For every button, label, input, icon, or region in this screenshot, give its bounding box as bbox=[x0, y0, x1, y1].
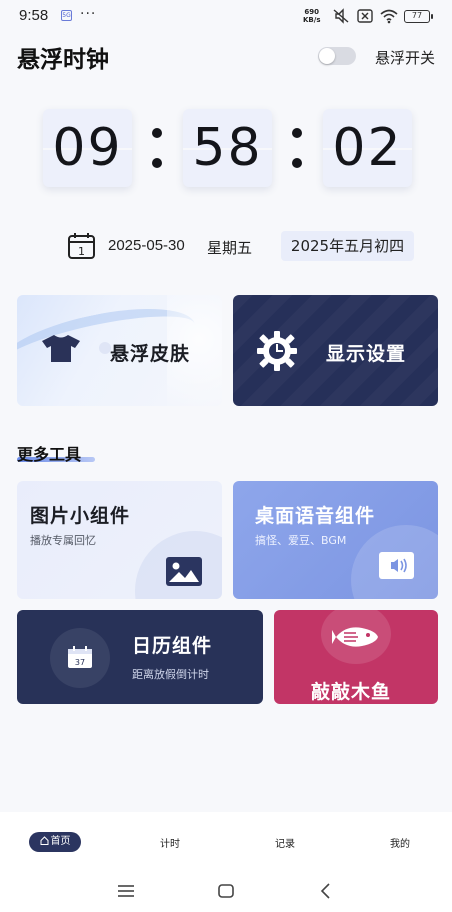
calendar-widget-subtitle: 距离放假倒计时 bbox=[132, 668, 209, 681]
home-icon bbox=[40, 833, 49, 845]
float-skin-label: 悬浮皮肤 bbox=[110, 343, 191, 365]
home-square-icon[interactable] bbox=[218, 884, 234, 898]
float-skin-card[interactable]: 悬浮皮肤 bbox=[17, 295, 222, 406]
calendar-widget-icon-day: 37 bbox=[75, 658, 85, 667]
wooden-fish-title: 敲敲木鱼 bbox=[311, 681, 392, 703]
voice-widget-title: 桌面语音组件 bbox=[255, 505, 376, 527]
image-icon bbox=[166, 557, 202, 586]
wooden-fish-card[interactable]: 敲敲木鱼 bbox=[274, 610, 438, 704]
calendar-icon-day: 1 bbox=[78, 245, 85, 258]
toggle-knob bbox=[319, 48, 335, 64]
nav-home[interactable]: 首页 bbox=[29, 832, 81, 852]
display-settings-label: 显示设置 bbox=[326, 343, 407, 365]
mute-icon bbox=[333, 8, 349, 24]
gear-icon bbox=[257, 331, 297, 371]
float-toggle[interactable] bbox=[318, 47, 356, 65]
float-toggle-label: 悬浮开关 bbox=[375, 49, 436, 67]
system-nav-bar bbox=[0, 870, 452, 912]
voice-widget-subtitle: 搞怪、爱豆、BGM bbox=[255, 534, 347, 547]
nav-record[interactable]: 记录 bbox=[275, 835, 295, 850]
tshirt-icon bbox=[42, 335, 80, 362]
current-date: 2025-05-30 bbox=[108, 237, 185, 254]
calendar-icon: 1 bbox=[68, 233, 95, 259]
network-speed: 690 KB/s bbox=[303, 8, 320, 24]
network-speed-value: 690 bbox=[304, 8, 320, 16]
clock-colon bbox=[292, 128, 302, 172]
lunar-date: 2025年五月初四 bbox=[281, 231, 414, 261]
network-badge-icon: 5G bbox=[61, 10, 72, 21]
photo-widget-subtitle: 播放专属回忆 bbox=[30, 534, 96, 547]
status-time: 9:58 bbox=[19, 7, 49, 24]
photo-widget-card[interactable]: 图片小组件 播放专属回忆 bbox=[17, 481, 222, 599]
nav-timer[interactable]: 计时 bbox=[160, 835, 180, 850]
sim-disabled-icon bbox=[357, 9, 373, 23]
back-icon[interactable] bbox=[319, 883, 331, 899]
voice-widget-card[interactable]: 桌面语音组件 搞怪、爱豆、BGM bbox=[233, 481, 438, 599]
speaker-widget-icon bbox=[379, 552, 414, 579]
photo-widget-title: 图片小组件 bbox=[30, 505, 131, 527]
current-weekday: 星期五 bbox=[207, 239, 253, 257]
network-speed-unit: KB/s bbox=[303, 16, 321, 24]
more-notifications-icon: ··· bbox=[80, 6, 97, 22]
calendar-widget-icon: 37 bbox=[68, 646, 92, 668]
battery-icon: 77 bbox=[404, 9, 433, 23]
nav-home-label: 首页 bbox=[50, 836, 71, 847]
clock-hours: 09 bbox=[52, 118, 123, 178]
clock-minutes-card: 58 bbox=[183, 109, 272, 187]
wifi-icon bbox=[380, 9, 398, 24]
wooden-fish-icon bbox=[332, 627, 378, 647]
more-tools-title: 更多工具 bbox=[17, 445, 82, 464]
menu-icon[interactable] bbox=[118, 884, 134, 898]
app-title: 悬浮时钟 bbox=[17, 47, 109, 73]
clock-colon bbox=[152, 128, 162, 172]
clock-hours-card: 09 bbox=[43, 109, 132, 187]
clock-minutes: 58 bbox=[192, 118, 263, 178]
status-bar: 9:58 5G ··· 690 KB/s 77 bbox=[0, 0, 452, 34]
nav-mine[interactable]: 我的 bbox=[390, 835, 410, 850]
calendar-widget-title: 日历组件 bbox=[132, 635, 213, 657]
calendar-widget-card[interactable]: 37 日历组件 距离放假倒计时 bbox=[17, 610, 263, 704]
clock-seconds-card: 02 bbox=[323, 109, 412, 187]
bottom-nav: 首页 计时 记录 我的 bbox=[0, 812, 452, 870]
display-settings-card[interactable]: 显示设置 bbox=[233, 295, 438, 406]
clock-seconds: 02 bbox=[332, 118, 403, 178]
